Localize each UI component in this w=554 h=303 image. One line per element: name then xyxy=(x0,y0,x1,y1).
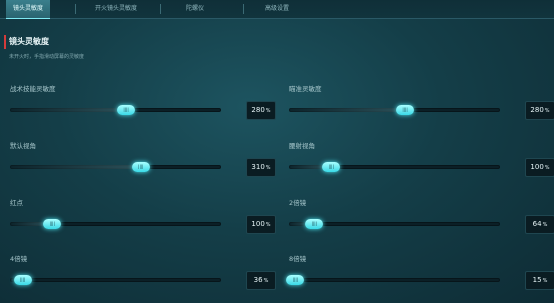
value-unit: % xyxy=(542,278,548,284)
value-text: 64 xyxy=(532,220,542,228)
value-box: 64% xyxy=(525,215,554,234)
tab-bar: 镜头灵敏度 开火镜头灵敏度 陀螺仪 高级设置 xyxy=(0,0,554,19)
value-text: 100 xyxy=(530,163,544,171)
slider-track[interactable]: |||| xyxy=(10,105,221,115)
slider-thumb[interactable]: |||| xyxy=(117,105,136,115)
value-unit: % xyxy=(265,165,271,171)
value-unit: % xyxy=(542,222,548,228)
setting-label: 2倍镜 xyxy=(289,199,307,207)
value-unit: % xyxy=(544,165,550,171)
value-box: 100% xyxy=(246,215,276,234)
value-box: 310% xyxy=(246,158,276,177)
slider-fill xyxy=(10,165,141,169)
slider-thumb[interactable]: |||| xyxy=(13,275,32,285)
value-box: 15% xyxy=(525,271,554,290)
slider-thumb[interactable]: |||| xyxy=(396,105,415,115)
setting-label: 8倍镜 xyxy=(289,255,307,263)
slider-track[interactable]: |||| xyxy=(10,219,221,229)
slider-thumb[interactable]: |||| xyxy=(286,275,305,285)
value-unit: % xyxy=(544,108,550,114)
tab-divider xyxy=(243,4,244,14)
value-text: 100 xyxy=(251,220,265,228)
setting-label: 战术技能灵敏度 xyxy=(10,85,56,93)
section-title: 镜头灵敏度 xyxy=(9,37,49,46)
value-unit: % xyxy=(263,278,269,284)
setting-label: 默认视角 xyxy=(10,142,36,150)
section-marker xyxy=(4,35,6,49)
value-box: 280% xyxy=(525,101,554,120)
setting-4x-scope: 4倍镜 |||| 36% xyxy=(10,253,276,293)
setting-label: 4倍镜 xyxy=(10,255,28,263)
tab-camera-sensitivity[interactable]: 镜头灵敏度 xyxy=(6,0,50,19)
value-box: 280% xyxy=(246,101,276,120)
setting-2x-scope: 2倍镜 |||| 64% xyxy=(289,197,554,237)
slider-track[interactable]: |||| xyxy=(289,162,500,172)
slider-thumb[interactable]: |||| xyxy=(43,219,62,229)
value-unit: % xyxy=(265,222,271,228)
setting-tactical-skill-sensitivity: 战术技能灵敏度 |||| 280% xyxy=(10,83,276,123)
setting-label: 腰射视角 xyxy=(289,142,315,150)
slider-fill xyxy=(10,108,127,112)
slider-track[interactable]: |||| xyxy=(10,275,221,285)
setting-hipfire-view: 腰射视角 |||| 100% xyxy=(289,140,554,180)
value-text: 36 xyxy=(253,276,263,284)
setting-label: 红点 xyxy=(10,199,23,207)
slider-thumb[interactable]: |||| xyxy=(322,162,341,172)
slider-thumb[interactable]: |||| xyxy=(305,219,324,229)
slider-track[interactable]: |||| xyxy=(289,105,500,115)
value-unit: % xyxy=(265,108,271,114)
tab-fire-camera-sensitivity[interactable]: 开火镜头灵敏度 xyxy=(90,0,142,18)
slider-fill xyxy=(289,108,406,112)
setting-red-dot: 红点 |||| 100% xyxy=(10,197,276,237)
section-subtitle: 未开火时，手指滑动屏幕的灵敏度 xyxy=(9,54,85,60)
value-text: 310 xyxy=(251,163,265,171)
setting-default-view: 默认视角 |||| 310% xyxy=(10,140,276,180)
setting-label: 瞄准灵敏度 xyxy=(289,85,322,93)
tab-advanced-settings[interactable]: 高级设置 xyxy=(258,0,296,18)
value-box: 100% xyxy=(525,158,554,177)
slider-thumb[interactable]: |||| xyxy=(131,162,150,172)
slider-track[interactable]: |||| xyxy=(289,219,500,229)
setting-aim-sensitivity: 瞄准灵敏度 |||| 280% xyxy=(289,83,554,123)
value-text: 15 xyxy=(532,276,542,284)
value-text: 280 xyxy=(530,106,544,114)
value-text: 280 xyxy=(251,106,265,114)
slider-track[interactable]: |||| xyxy=(286,275,500,285)
setting-8x-scope: 8倍镜 |||| 15% xyxy=(286,253,554,293)
value-box: 36% xyxy=(246,271,276,290)
tab-gyroscope[interactable]: 陀螺仪 xyxy=(178,0,212,18)
tab-divider xyxy=(75,4,76,14)
tab-divider xyxy=(160,4,161,14)
slider-track[interactable]: |||| xyxy=(10,162,221,172)
